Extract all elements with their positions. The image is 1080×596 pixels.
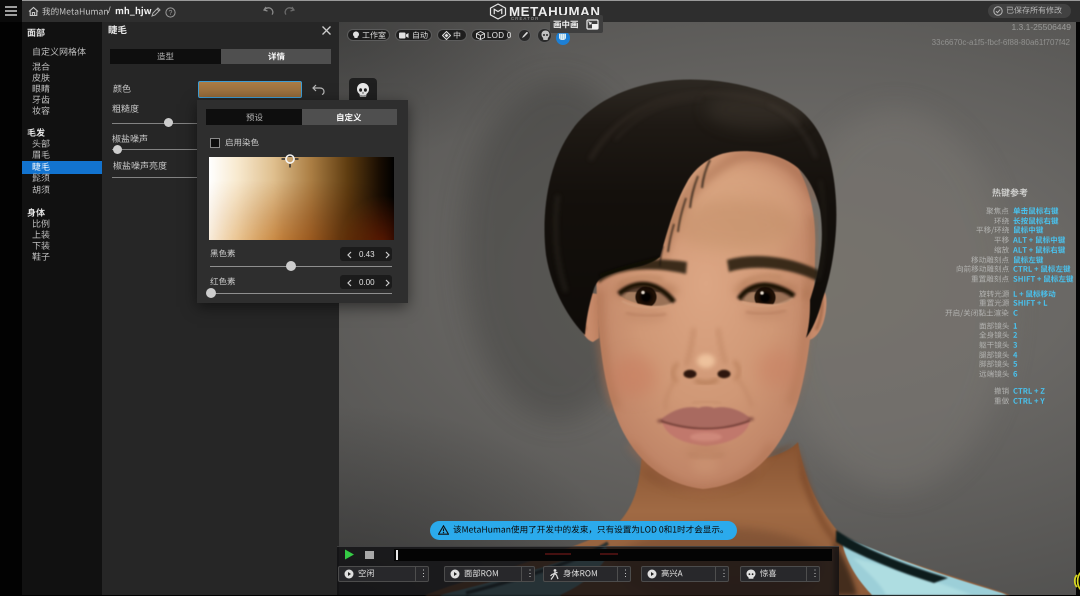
svg-text:?: ?: [169, 10, 173, 17]
